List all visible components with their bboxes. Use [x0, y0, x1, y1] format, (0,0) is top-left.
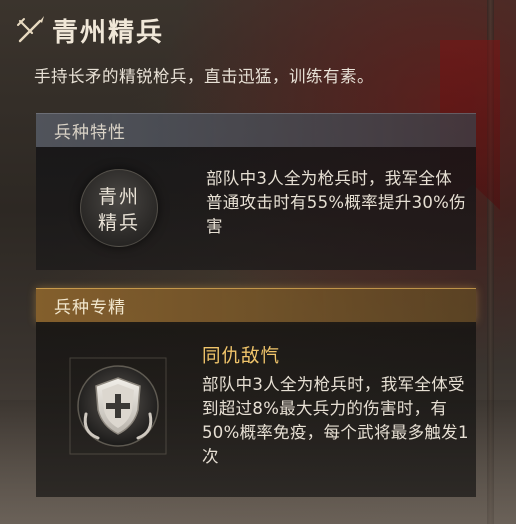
specialty-section-header: 兵种专精 — [36, 288, 476, 322]
shield-plus-icon — [69, 357, 167, 455]
specialty-description: 部队中3人全为枪兵时，我军全体受到超过8%最大兵力的伤害时，有50%概率免疫，每… — [202, 375, 469, 466]
skill-name: 同仇敌忾 — [202, 346, 281, 367]
trait-section-header: 兵种特性 — [36, 113, 476, 147]
badge-line-1: 青州 — [97, 186, 140, 208]
skill-icon-frame[interactable] — [64, 352, 172, 460]
specialty-heading: 兵种专精 — [54, 298, 126, 318]
crossed-spear-icon — [14, 13, 48, 47]
title-row: 青州精兵 — [14, 10, 164, 50]
unit-title: 青州精兵 — [52, 17, 165, 48]
unit-subtitle: 手持长矛的精锐枪兵，直击迅猛，训练有素。 — [34, 67, 374, 86]
badge-line-2: 精兵 — [97, 212, 140, 234]
trait-description: 部队中3人全为枪兵时，我军全体普通攻击时有55%概率提升30%伤害 — [206, 169, 466, 236]
trait-panel: 青州 精兵 部队中3人全为枪兵时，我军全体普通攻击时有55%概率提升30%伤害 — [36, 147, 476, 270]
unit-badge: 青州 精兵 — [80, 169, 158, 247]
trait-heading: 兵种特性 — [54, 123, 126, 143]
specialty-panel: 同仇敌忾 部队中3人全为枪兵时，我军全体受到超过8%最大兵力的伤害时，有50%概… — [36, 322, 476, 497]
